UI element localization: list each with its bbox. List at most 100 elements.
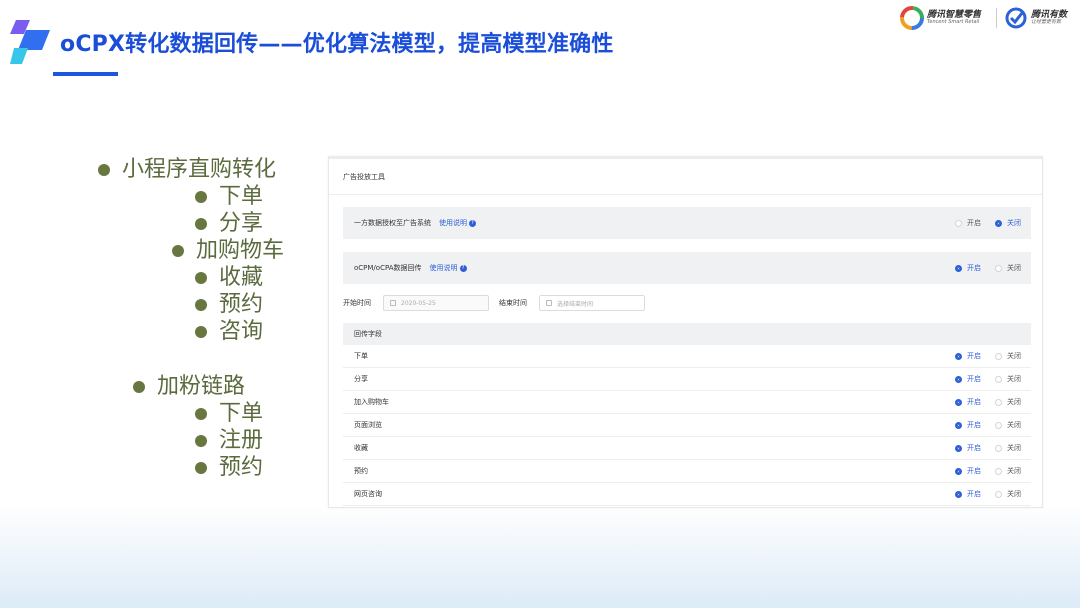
callback-fields-header: 回传字段 (343, 323, 1031, 345)
bullet-dot-icon (195, 218, 207, 230)
field-row: 加入购物车 开启 关闭 (343, 391, 1031, 414)
help-link-label: 使用说明 (439, 219, 467, 227)
bullet-item: 咨询 (195, 319, 263, 345)
radio-off-option[interactable]: 关闭 (995, 420, 1021, 430)
field-label: 收藏 (354, 444, 368, 452)
radio-checked-icon (955, 490, 962, 498)
radio-off-option[interactable]: 关闭 (995, 489, 1021, 499)
bullet-item: 下单 (195, 184, 263, 210)
bullet-dot-icon (195, 462, 207, 474)
radio-off-label: 关闭 (1007, 352, 1021, 360)
calendar-icon (390, 300, 396, 306)
radio-off-option[interactable]: 关闭 (995, 443, 1021, 453)
radio-off-option[interactable]: 关闭 (995, 374, 1021, 384)
bullet-dot-icon (195, 191, 207, 203)
bullet-label: 小程序直购转化 (122, 157, 277, 182)
radio-off-option[interactable]: 关闭 (995, 466, 1021, 476)
bullet-dot-icon (195, 326, 207, 338)
help-link[interactable]: 使用说明? (430, 263, 467, 273)
field-row: 下单 开启 关闭 (343, 345, 1031, 368)
radio-unchecked-icon (995, 398, 1002, 406)
field-row: 网页咨询 开启 关闭 (343, 483, 1031, 506)
radio-off-label: 关闭 (1007, 264, 1021, 272)
radio-on-label: 开启 (967, 375, 981, 383)
bullet-item: 分享 (195, 211, 263, 237)
bullet-label: 加粉链路 (157, 374, 246, 399)
bullet-item: 下单 (195, 401, 263, 427)
radio-checked-icon (955, 467, 962, 475)
radio-group: 开启 关闭 (941, 263, 1021, 273)
radio-off-label: 关闭 (1007, 219, 1021, 227)
youshu-logo-icon (1005, 7, 1027, 29)
radio-on-option[interactable]: 开启 (955, 218, 981, 228)
radio-on-label: 开启 (967, 398, 981, 406)
radio-off-label: 关闭 (1007, 398, 1021, 406)
setting-ocpx-callback: oCPM/oCPA数据回传 使用说明? 开启 关闭 (343, 252, 1031, 284)
bullet-label: 预约 (219, 292, 264, 317)
bullet-dot-icon (133, 381, 145, 393)
bullet-item: 收藏 (195, 265, 263, 291)
help-link[interactable]: 使用说明? (439, 218, 476, 228)
radio-off-label: 关闭 (1007, 467, 1021, 475)
bullet-dot-icon (195, 408, 207, 420)
radio-group: 开启 关闭 (941, 420, 1021, 430)
brand-divider (996, 8, 997, 28)
end-time-label: 结束时间 (499, 299, 527, 307)
bullet-label: 下单 (219, 184, 264, 209)
help-link-label: 使用说明 (429, 264, 458, 272)
radio-group: 开启 关闭 (941, 443, 1021, 453)
brand-2-slogan: 让经营更有数 (1031, 19, 1062, 26)
radio-on-option[interactable]: 开启 (955, 420, 981, 430)
bullet-dot-icon (195, 299, 207, 311)
radio-on-option[interactable]: 开启 (955, 489, 981, 499)
end-date-placeholder: 选择结束时间 (557, 300, 594, 308)
radio-group: 开启 关闭 (941, 397, 1021, 407)
bullet-item: 预约 (195, 292, 263, 318)
radio-checked-icon (955, 421, 962, 429)
radio-off-option[interactable]: 关闭 (995, 218, 1021, 228)
radio-on-option[interactable]: 开启 (955, 263, 981, 273)
bullet-label: 加购物车 (196, 238, 285, 263)
bullet-label: 注册 (219, 428, 264, 453)
radio-group: 开启 关闭 (941, 489, 1021, 499)
brand-tencent-smart-retail: 腾讯智慧零售 Tencent Smart Retail (900, 5, 981, 31)
radio-on-label: 开启 (967, 219, 981, 227)
radio-checked-icon (955, 352, 962, 360)
radio-off-label: 关闭 (1007, 375, 1021, 383)
end-date-input[interactable]: 选择结束时间 (539, 295, 645, 311)
brand-tencent-youshu: 腾讯有数 让经营更有数 (1004, 5, 1067, 31)
radio-checked-icon (955, 264, 962, 272)
title-underline (53, 72, 118, 76)
field-label: 页面浏览 (354, 421, 382, 429)
radio-checked-icon (955, 398, 962, 406)
bullet-item: 小程序直购转化 (98, 157, 276, 183)
bullet-item: 加购物车 (172, 238, 284, 264)
radio-on-option[interactable]: 开启 (955, 443, 981, 453)
calendar-icon (546, 300, 552, 306)
radio-checked-icon (955, 444, 962, 452)
setting-first-party-data: 一方数据授权至广告系统 使用说明? 开启 关闭 (343, 207, 1031, 239)
bullet-label: 下单 (219, 401, 264, 426)
radio-on-label: 开启 (967, 444, 981, 452)
bullet-label: 咨询 (219, 319, 264, 344)
brand-1-english: Tencent Smart Retail (927, 19, 980, 26)
radio-on-option[interactable]: 开启 (955, 374, 981, 384)
radio-on-option[interactable]: 开启 (955, 466, 981, 476)
bullet-label: 预约 (219, 455, 264, 480)
logo-mark-icon (10, 20, 50, 64)
panel-title: 广告投放工具 (329, 159, 1042, 195)
radio-on-option[interactable]: 开启 (955, 351, 981, 361)
radio-unchecked-icon (995, 375, 1002, 383)
start-date-input[interactable]: 2020-05-25 (383, 295, 489, 311)
radio-on-label: 开启 (967, 352, 981, 360)
start-date-value: 2020-05-25 (401, 299, 436, 307)
field-label: 加入购物车 (354, 398, 389, 406)
radio-unchecked-icon (955, 219, 962, 227)
bullet-label: 分享 (219, 211, 264, 236)
radio-off-option[interactable]: 关闭 (995, 397, 1021, 407)
field-row: 分享 开启 关闭 (343, 368, 1031, 391)
radio-on-option[interactable]: 开启 (955, 397, 981, 407)
radio-off-option[interactable]: 关闭 (995, 351, 1021, 361)
radio-off-option[interactable]: 关闭 (995, 263, 1021, 273)
radio-on-label: 开启 (967, 467, 981, 475)
